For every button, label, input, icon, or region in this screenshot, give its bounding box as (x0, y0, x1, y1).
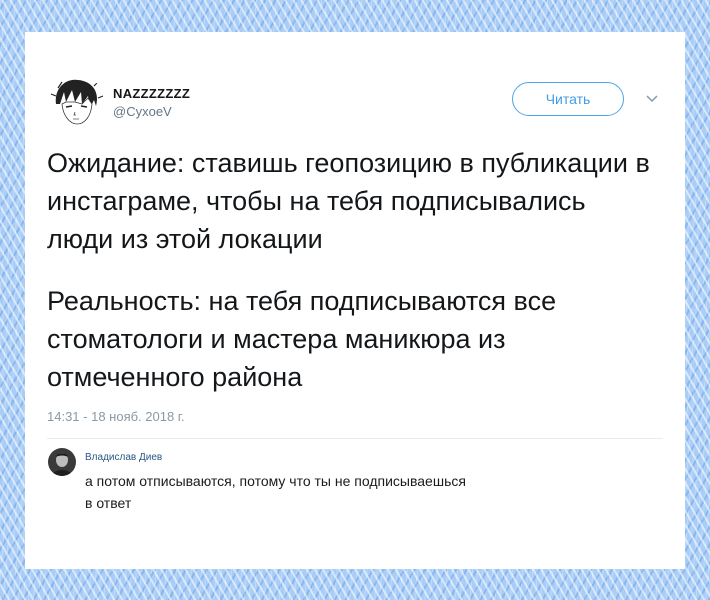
tweet-text: Ожидание: ставишь геопозицию в публикаци… (47, 144, 657, 396)
tweet-card: NAZZZZZZZ @CyxoeV Читать Ожидание: стави… (25, 32, 685, 569)
tweet-timestamp[interactable]: 14:31 - 18 нояб. 2018 г. (47, 409, 185, 424)
author-name[interactable]: NAZZZZZZZ (113, 86, 190, 101)
reply-link[interactable]: в ответ (85, 492, 625, 514)
reply-text: а потом отписываются, потому что ты не п… (85, 470, 625, 514)
reply-comment: а потом отписываются, потому что ты не п… (85, 473, 466, 489)
author-handle[interactable]: @CyxoeV (113, 104, 172, 119)
follow-button[interactable]: Читать (512, 82, 624, 116)
divider (47, 438, 663, 439)
tweet-paragraph-reality: Реальность: на тебя подписываются все ст… (47, 286, 557, 392)
reply-author-name[interactable]: Владислав Диев (85, 452, 162, 463)
chevron-down-icon[interactable] (645, 94, 659, 104)
reply-avatar[interactable] (48, 448, 76, 476)
tweet-paragraph-expectation: Ожидание: ставишь геопозицию в публикаци… (47, 148, 650, 254)
author-avatar[interactable] (48, 74, 104, 130)
